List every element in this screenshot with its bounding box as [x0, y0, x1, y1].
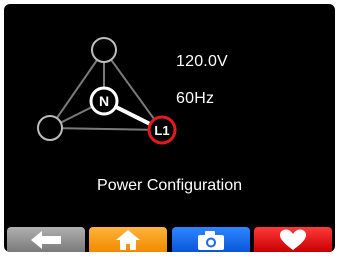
line1-node: L1 — [147, 115, 177, 145]
frequency-reading: 60Hz — [176, 90, 215, 107]
home-button[interactable] — [89, 227, 167, 252]
favorite-button[interactable] — [254, 227, 332, 252]
back-button[interactable] — [7, 227, 85, 252]
wire-bottom — [49, 127, 163, 131]
arrow-left-icon — [31, 230, 61, 249]
node-left — [37, 115, 63, 141]
voltage-reading: 120.0V — [176, 53, 228, 70]
neutral-label: N — [99, 93, 109, 109]
line1-label: L1 — [154, 123, 169, 138]
camera-button[interactable] — [172, 227, 250, 252]
neutral-node: N — [89, 86, 119, 116]
device-frame: N L1 120.0V 60Hz Power Configuration — [0, 0, 339, 256]
screen-title: Power Configuration — [97, 177, 242, 194]
node-top — [91, 37, 117, 63]
display-screen: N L1 120.0V 60Hz Power Configuration — [4, 4, 335, 252]
heart-icon — [280, 229, 306, 250]
soft-key-toolbar — [4, 222, 335, 252]
house-icon — [116, 229, 140, 250]
camera-icon — [198, 230, 224, 250]
power-topology-diagram: N L1 — [37, 37, 177, 145]
